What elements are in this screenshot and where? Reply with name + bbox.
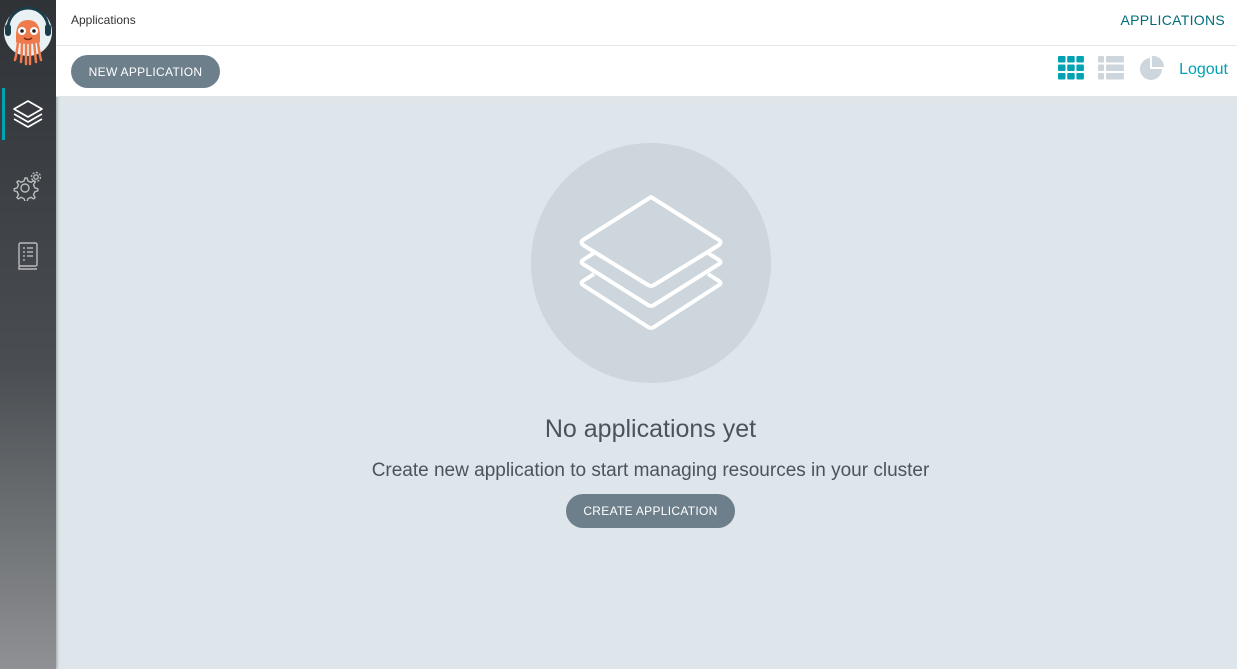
docs-icon	[18, 242, 38, 270]
empty-state-subtitle: Create new application to start managing…	[371, 460, 930, 481]
summary-view-icon[interactable]	[1138, 55, 1165, 80]
empty-state-title: No applications yet	[544, 415, 757, 443]
sidebar-item-applications[interactable]	[0, 88, 56, 140]
tiles-view-icon[interactable]	[1058, 56, 1084, 80]
logout-link[interactable]: Logout	[1179, 61, 1228, 79]
breadcrumb[interactable]: Applications	[71, 13, 136, 27]
sidebar	[0, 0, 56, 669]
gear-icon	[13, 171, 42, 201]
list-view-icon[interactable]	[1098, 56, 1124, 80]
empty-state-illustration	[531, 143, 771, 383]
create-application-button[interactable]: CREATE APPLICATION	[566, 494, 735, 528]
argo-logo-icon[interactable]	[2, 2, 54, 66]
layers-icon	[13, 100, 43, 128]
layers-icon	[579, 195, 723, 330]
page-title: APPLICATIONS	[1120, 12, 1225, 28]
top-bar: Applications APPLICATIONS	[56, 0, 1237, 46]
new-application-button[interactable]: NEW APPLICATION	[71, 55, 220, 88]
main-content: No applications yet Create new applicati…	[56, 97, 1237, 669]
sidebar-item-user-info[interactable]	[0, 230, 56, 282]
sidebar-item-settings[interactable]	[0, 159, 56, 211]
toolbar: NEW APPLICATION Logout	[56, 46, 1237, 97]
